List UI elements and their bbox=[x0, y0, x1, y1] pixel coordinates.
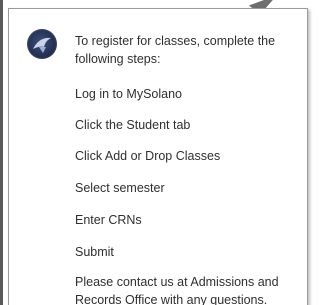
message-intro-line-2: following steps: bbox=[75, 52, 161, 66]
message-intro-line-1: To register for classes, complete the bbox=[75, 34, 276, 48]
message-intro: To register for classes, complete the fo… bbox=[75, 32, 275, 68]
step-student-tab: Click the Student tab bbox=[75, 118, 191, 132]
step-add-drop-classes: Click Add or Drop Classes bbox=[75, 149, 221, 163]
message-outro-line-1: Please contact us at Admissions and bbox=[75, 275, 279, 289]
step-select-semester: Select semester bbox=[75, 181, 165, 195]
step-log-in: Log in to MySolano bbox=[75, 87, 183, 101]
college-logo-icon bbox=[27, 29, 57, 59]
step-enter-crns: Enter CRNs bbox=[75, 213, 142, 227]
message-outro: Please contact us at Admissions and Reco… bbox=[75, 273, 279, 305]
step-submit: Submit bbox=[75, 245, 114, 259]
chat-message-card: To register for classes, complete the fo… bbox=[8, 8, 308, 305]
message-outro-line-2: Records Office with any questions. bbox=[75, 293, 268, 305]
chat-screenshot: To register for classes, complete the fo… bbox=[0, 0, 321, 305]
window-edge bbox=[0, 0, 3, 305]
